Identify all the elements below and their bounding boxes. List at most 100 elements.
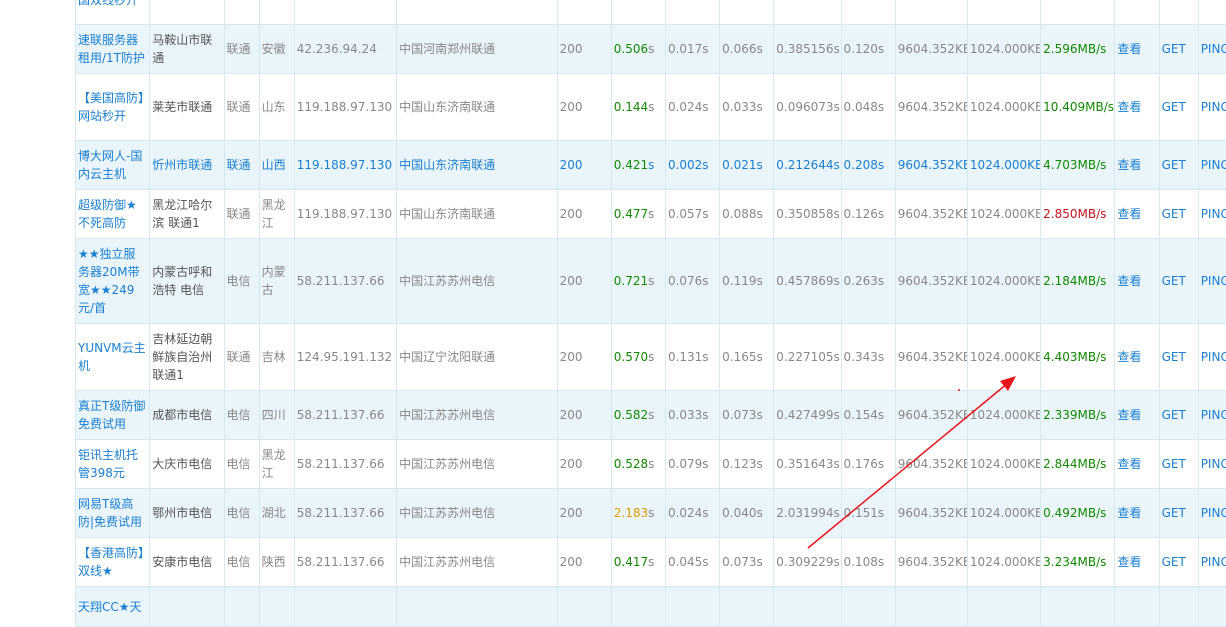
total-time: 0.421s <box>611 141 665 190</box>
host-name-link[interactable]: ★★独立服务器20M带宽★★249元/首 <box>76 239 150 324</box>
first-byte-time: 0.457869s <box>774 239 841 324</box>
connect-time: 0.073s <box>720 538 774 587</box>
http-status-code: 200 <box>557 74 611 141</box>
dns-time: 0.079s <box>665 440 719 489</box>
ping-link[interactable]: PING <box>1201 100 1226 114</box>
host-name-link[interactable]: 博大网人-国内云主机 <box>76 141 150 190</box>
download-speed: 4.403MB/s <box>1041 324 1115 391</box>
download-speed: 2.596MB/s <box>1041 25 1115 74</box>
get-link[interactable]: GET <box>1162 42 1186 56</box>
connect-time: 0.021s <box>720 141 774 190</box>
table-row: 【美国高防】网站秒开莱芜市联通联通山东119.188.97.130中国山东济南联… <box>76 74 1226 141</box>
dns-time <box>665 0 719 25</box>
total-time: 0.506s <box>611 25 665 74</box>
get-link[interactable]: GET <box>1162 506 1186 520</box>
host-name-link[interactable]: 超级防御★不死高防 <box>76 190 150 239</box>
view-link[interactable]: 查看 <box>1117 506 1141 520</box>
http-status-code: 200 <box>557 391 611 440</box>
get-link[interactable]: GET <box>1162 100 1186 114</box>
get-link[interactable]: GET <box>1162 457 1186 471</box>
get-cell: GET <box>1159 324 1198 391</box>
host-name-link[interactable]: YUNVM云主机 <box>76 324 150 391</box>
view-link[interactable]: 查看 <box>1117 555 1141 569</box>
view-cell: 查看 <box>1115 440 1159 489</box>
download-size: 1024.000KB <box>967 538 1040 587</box>
http-status-code: 200 <box>557 141 611 190</box>
page-size: 9604.352KB <box>895 239 967 324</box>
ping-link[interactable]: PING <box>1201 158 1226 172</box>
province-cell: 四川 <box>259 391 294 440</box>
ping-link[interactable]: PING <box>1201 350 1226 364</box>
first-byte-time <box>774 587 841 627</box>
ping-link[interactable]: PING <box>1201 274 1226 288</box>
province-cell: 黑龙江 <box>259 190 294 239</box>
page-size: 9604.352KB <box>895 440 967 489</box>
get-link[interactable]: GET <box>1162 408 1186 422</box>
download-speed: 0.492MB/s <box>1041 489 1115 538</box>
resolved-ip: 58.211.137.66 <box>294 440 396 489</box>
view-cell: 查看 <box>1115 190 1159 239</box>
ping-link[interactable]: PING <box>1201 555 1226 569</box>
ip-location: 中国山东济南联通 <box>397 74 558 141</box>
download-time <box>841 0 895 25</box>
ping-link[interactable]: PING <box>1201 408 1226 422</box>
download-time: 0.154s <box>841 391 895 440</box>
host-name-link[interactable]: 真正T级防御免费试用 <box>76 391 150 440</box>
province-cell: 山西 <box>259 141 294 190</box>
ping-link[interactable]: PING <box>1201 207 1226 221</box>
first-byte-time: 0.427499s <box>774 391 841 440</box>
get-link[interactable]: GET <box>1162 274 1186 288</box>
download-speed <box>1041 0 1115 25</box>
total-time-value: 0.570 <box>614 350 648 364</box>
view-link[interactable]: 查看 <box>1117 350 1141 364</box>
get-link[interactable]: GET <box>1162 207 1186 221</box>
get-link[interactable]: GET <box>1162 350 1186 364</box>
host-name-link[interactable]: 【美国高防】网站秒开 <box>76 74 150 141</box>
host-name-link[interactable]: 网易T级高防|免费试用 <box>76 489 150 538</box>
ping-link[interactable]: PING <box>1201 457 1226 471</box>
isp-cell: 联通 <box>224 324 259 391</box>
view-link[interactable]: 查看 <box>1117 457 1141 471</box>
resolved-ip <box>294 587 396 627</box>
host-name-link[interactable]: 【香港高防】双线★ <box>76 538 150 587</box>
host-name-link[interactable]: 天翔CC★天 <box>76 587 150 627</box>
download-size: 1024.000KB <box>967 25 1040 74</box>
total-time: 0.417s <box>611 538 665 587</box>
view-link[interactable]: 查看 <box>1117 158 1141 172</box>
view-link[interactable]: 查看 <box>1117 42 1141 56</box>
get-link[interactable]: GET <box>1162 158 1186 172</box>
download-speed: 3.234MB/s <box>1041 538 1115 587</box>
resolved-ip: 58.211.137.66 <box>294 538 396 587</box>
download-speed-value: 0.492MB/s <box>1043 506 1106 520</box>
ping-link[interactable]: PING <box>1201 42 1226 56</box>
download-speed: 2.339MB/s <box>1041 391 1115 440</box>
total-time: 2.183s <box>611 489 665 538</box>
province-cell: 内蒙古 <box>259 239 294 324</box>
ping-cell: PING <box>1198 25 1226 74</box>
view-link[interactable]: 查看 <box>1117 207 1141 221</box>
ping-link[interactable]: PING <box>1201 506 1226 520</box>
view-link[interactable]: 查看 <box>1117 274 1141 288</box>
host-name-link[interactable]: 钜讯主机托管398元 <box>76 440 150 489</box>
host-name-link[interactable]: 国双线秒开 <box>76 0 150 25</box>
province-cell <box>259 587 294 627</box>
resolved-ip: 58.211.137.66 <box>294 391 396 440</box>
view-link[interactable]: 查看 <box>1117 100 1141 114</box>
ip-location: 中国江苏苏州电信 <box>397 239 558 324</box>
download-speed-value: 4.403MB/s <box>1043 350 1106 364</box>
download-speed-value: 2.850MB/s <box>1043 207 1106 221</box>
view-link[interactable]: 查看 <box>1117 408 1141 422</box>
get-link[interactable]: GET <box>1162 555 1186 569</box>
seconds-unit: s <box>648 408 654 422</box>
page-size: 9604.352KB <box>895 538 967 587</box>
province-cell: 湖北 <box>259 489 294 538</box>
download-time: 0.120s <box>841 25 895 74</box>
get-cell <box>1159 587 1198 627</box>
download-speed: 4.703MB/s <box>1041 141 1115 190</box>
page-size: 9604.352KB <box>895 74 967 141</box>
host-name-link[interactable]: 速联服务器租用/1T防护 <box>76 25 150 74</box>
monitor-city: 大庆市电信 <box>150 440 224 489</box>
download-time: 0.126s <box>841 190 895 239</box>
resolved-ip: 124.95.191.132 <box>294 324 396 391</box>
table-row: 【香港高防】双线★安康市电信电信陕西58.211.137.66中国江苏苏州电信2… <box>76 538 1226 587</box>
